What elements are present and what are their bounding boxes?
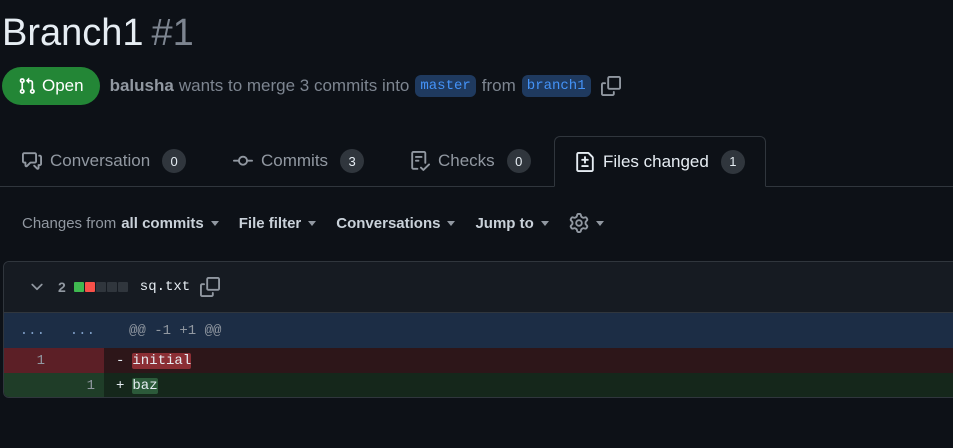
jump-to-dropdown[interactable]: Jump to [475, 214, 549, 232]
git-pull-request-icon [19, 77, 35, 94]
expand-up-button[interactable]: ... [4, 323, 54, 339]
line-number-cells: 1 [4, 348, 104, 373]
diff-file: 2 sq.txt ... ... @@ -1 +1 @@ 1 - initial [3, 261, 953, 398]
copy-icon [600, 76, 621, 96]
line-code: + baz [104, 373, 953, 397]
pr-state-badge: Open [2, 67, 100, 105]
tab-checks[interactable]: Checks 0 [410, 136, 531, 186]
pr-author-link[interactable]: balusha [110, 76, 174, 96]
chevron-down-icon [31, 283, 43, 291]
diffstat-block-neutral [106, 282, 117, 292]
line-text: baz [132, 377, 158, 394]
file-diff-icon [576, 151, 594, 172]
tab-commits-label: Commits [261, 151, 329, 170]
comment-discussion-icon [22, 152, 42, 170]
diff-line-deleted: 1 - initial [4, 348, 953, 373]
line-number-cells: 1 [4, 373, 104, 397]
tab-checks-label: Checks [438, 151, 495, 170]
pr-title: Branch1 [2, 12, 144, 54]
caret-down-icon [447, 220, 456, 226]
tab-conversation-label: Conversation [50, 151, 151, 170]
git-commit-icon [233, 155, 253, 166]
pr-merge-info: balusha wants to merge 3 commits into ma… [110, 75, 621, 97]
hunk-header-text: @@ -1 +1 @@ [129, 322, 222, 339]
new-line-number[interactable]: 1 [54, 378, 104, 394]
jump-to-label: Jump to [475, 214, 534, 232]
copy-branch-button[interactable] [600, 76, 621, 96]
diff-file-header: 2 sq.txt [4, 262, 953, 313]
copy-icon [200, 277, 221, 297]
diff-settings-dropdown[interactable] [569, 213, 604, 233]
diffstat-count: 2 [58, 279, 66, 295]
old-line-number[interactable]: 1 [4, 353, 54, 369]
diffstat-blocks [73, 282, 128, 292]
conversations-dropdown[interactable]: Conversations [336, 214, 456, 232]
diffstat-block-added [73, 282, 84, 292]
tab-conversation-count: 0 [162, 149, 187, 173]
gear-icon [569, 213, 589, 233]
diff-hunk-header: ... ... @@ -1 +1 @@ [4, 313, 953, 348]
pr-state-label: Open [42, 76, 84, 95]
changes-from-value: all commits [121, 214, 204, 232]
line-sign: + [116, 377, 125, 394]
file-filter-dropdown[interactable]: File filter [239, 215, 317, 232]
line-code: - initial [104, 348, 953, 373]
tab-files-changed-count: 1 [720, 149, 745, 174]
diffstat-block-deleted [84, 282, 95, 292]
changes-from-dropdown[interactable]: Changes from all commits [22, 215, 219, 232]
tab-files-changed[interactable]: Files changed 1 [554, 136, 766, 187]
from-text: from [481, 76, 516, 95]
caret-down-icon [210, 220, 219, 226]
expand-down-button[interactable]: ... [54, 323, 104, 339]
pr-tabs: Conversation 0 Commits 3 Checks 0 Files … [0, 136, 953, 187]
diffstat-block-neutral [117, 282, 128, 292]
checklist-icon [411, 151, 430, 171]
copy-file-path-button[interactable] [200, 277, 221, 297]
collapse-file-button[interactable] [28, 278, 46, 296]
pr-number: #1 [151, 12, 194, 54]
diff-toolbar: Changes from all commits File filter Con… [22, 210, 604, 236]
head-branch-label[interactable]: branch1 [521, 75, 591, 97]
pr-title-heading: Branch1 #1 [2, 10, 194, 56]
tab-files-changed-label: Files changed [603, 151, 709, 171]
caret-down-icon [540, 220, 549, 226]
merge-description: wants to merge 3 commits into [178, 76, 410, 95]
line-text: initial [132, 352, 192, 369]
caret-down-icon [595, 220, 604, 226]
diff-line-added: 1 + baz [4, 373, 953, 397]
file-filter-label: File filter [238, 214, 302, 232]
tab-commits[interactable]: Commits 3 [233, 136, 365, 186]
tab-conversation[interactable]: Conversation 0 [22, 136, 187, 186]
caret-down-icon [308, 220, 317, 226]
pr-meta: Open balusha wants to merge 3 commits in… [2, 67, 621, 105]
base-branch-label[interactable]: master [415, 75, 476, 97]
diffstat-block-neutral [95, 282, 106, 292]
tab-checks-count: 0 [506, 149, 531, 173]
line-sign: - [116, 352, 125, 369]
tab-commits-count: 3 [340, 149, 365, 173]
changes-from-prefix: Changes from [22, 214, 117, 232]
file-name-link[interactable]: sq.txt [140, 279, 190, 295]
conversations-label: Conversations [336, 214, 441, 232]
